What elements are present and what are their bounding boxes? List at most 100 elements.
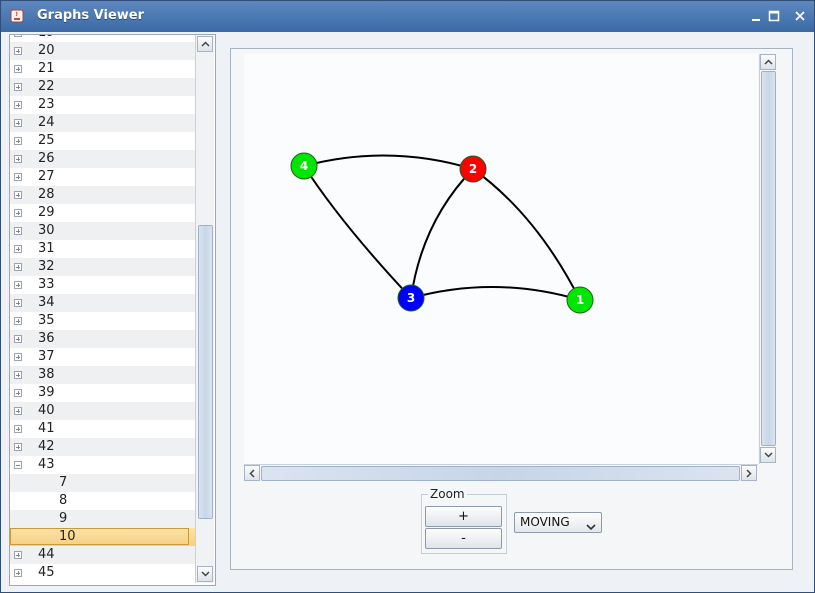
scroll-up-button[interactable] xyxy=(197,36,213,52)
tree-row[interactable]: 34 xyxy=(10,294,195,312)
expand-icon[interactable] xyxy=(14,551,22,559)
tree-row[interactable]: 36 xyxy=(10,330,195,348)
tree-child-item[interactable]: 9 xyxy=(10,510,195,528)
tree-child-item[interactable]: 8 xyxy=(10,492,195,510)
tree-row[interactable]: 30 xyxy=(10,222,195,240)
tree-row-label: 10 xyxy=(59,529,76,544)
expand-icon[interactable] xyxy=(14,191,22,199)
expand-icon[interactable] xyxy=(14,569,22,577)
tree-row[interactable]: 26 xyxy=(10,150,195,168)
graph-node-label: 3 xyxy=(407,291,415,305)
expand-icon[interactable] xyxy=(14,281,22,289)
tree-row-label: 32 xyxy=(38,259,55,274)
canvas-horizontal-scrollbar[interactable] xyxy=(244,464,758,482)
expand-icon[interactable] xyxy=(14,425,22,433)
expand-icon[interactable] xyxy=(14,173,22,181)
tree-row-label: 45 xyxy=(38,565,55,580)
close-button[interactable] xyxy=(791,7,809,25)
tree-row-label: 25 xyxy=(38,133,55,148)
zoom-in-button[interactable]: + xyxy=(425,506,502,527)
tree-row[interactable]: 33 xyxy=(10,276,195,294)
tree-row[interactable]: 25 xyxy=(10,132,195,150)
expand-icon[interactable] xyxy=(14,353,22,361)
expand-icon[interactable] xyxy=(14,263,22,271)
expand-icon[interactable] xyxy=(14,35,22,37)
tree-row[interactable]: 20 xyxy=(10,42,195,60)
tree-row[interactable]: 28 xyxy=(10,186,195,204)
expand-icon[interactable] xyxy=(14,299,22,307)
title-bar[interactable]: Graphs Viewer xyxy=(1,1,814,32)
tree-row-label: 40 xyxy=(38,403,55,418)
tree-row[interactable]: 39 xyxy=(10,384,195,402)
graph-node-label: 1 xyxy=(576,293,584,307)
chevron-up-icon xyxy=(200,41,210,47)
tree-row-label: 20 xyxy=(38,43,55,58)
graph-canvas[interactable]: 4 2 3 1 xyxy=(244,54,758,464)
minimize-button[interactable] xyxy=(747,7,765,25)
tree-row-label: 26 xyxy=(38,151,55,166)
scroll-down-button[interactable] xyxy=(197,566,213,582)
tree-row[interactable]: 23 xyxy=(10,96,195,114)
expand-icon[interactable] xyxy=(14,371,22,379)
expand-icon[interactable] xyxy=(14,389,22,397)
tree-child-item[interactable]: 7 xyxy=(10,474,195,492)
tree-row[interactable]: 43 xyxy=(10,456,195,474)
tree-list: 19 20 21 22 23 24 25 26 27 28 29 30 31 32 33 34 35 36 37 3… xyxy=(10,35,195,582)
graph-edge-4-2 xyxy=(303,154,474,170)
tree-row[interactable]: 42 xyxy=(10,438,195,456)
tree-row[interactable]: 35 xyxy=(10,312,195,330)
expand-icon[interactable] xyxy=(14,335,22,343)
tree-child-item[interactable]: 10 xyxy=(10,528,195,546)
scroll-thumb[interactable] xyxy=(761,71,776,446)
tree-row[interactable]: 45 xyxy=(10,564,195,582)
tree-vertical-scrollbar[interactable] xyxy=(195,35,214,583)
zoom-out-button[interactable]: - xyxy=(425,528,502,549)
tree-row[interactable]: 21 xyxy=(10,60,195,78)
tree-row[interactable]: 38 xyxy=(10,366,195,384)
chevron-up-icon xyxy=(763,59,773,65)
tree-row[interactable]: 27 xyxy=(10,168,195,186)
scroll-down-button[interactable] xyxy=(760,447,776,463)
expand-icon[interactable] xyxy=(14,83,22,91)
tree-row[interactable]: 29 xyxy=(10,204,195,222)
graph-node-label: 4 xyxy=(300,159,308,173)
tree-row-label: 31 xyxy=(38,241,55,256)
collapse-icon[interactable] xyxy=(14,461,22,469)
expand-icon[interactable] xyxy=(14,317,22,325)
expand-icon[interactable] xyxy=(14,245,22,253)
tree-row[interactable]: 37 xyxy=(10,348,195,366)
tree-row-label: 36 xyxy=(38,331,55,346)
tree-row-label: 33 xyxy=(38,277,55,292)
mode-select-value: MOVING xyxy=(520,515,570,529)
expand-icon[interactable] xyxy=(14,119,22,127)
graphs-viewer-window: Graphs Viewer 19 20212223242526272829303… xyxy=(0,0,815,593)
tree-row[interactable]: 41 xyxy=(10,420,195,438)
scroll-thumb[interactable] xyxy=(198,225,213,519)
scroll-thumb[interactable] xyxy=(261,466,740,481)
tree-row[interactable]: 22 xyxy=(10,78,195,96)
graph-tree[interactable]: 19 20 21 22 23 24 25 26 27 28 29 30 31 32 33 34 35 36 37 3… xyxy=(9,34,216,586)
mode-select[interactable]: MOVING xyxy=(514,512,602,533)
tree-row[interactable]: 40 xyxy=(10,402,195,420)
expand-icon[interactable] xyxy=(14,47,22,55)
minimize-icon xyxy=(752,19,760,21)
tree-row[interactable]: 31 xyxy=(10,240,195,258)
tree-row[interactable]: 24 xyxy=(10,114,195,132)
tree-row[interactable]: 44 xyxy=(10,546,195,564)
expand-icon[interactable] xyxy=(14,209,22,217)
expand-icon[interactable] xyxy=(14,443,22,451)
scroll-up-button[interactable] xyxy=(760,54,776,70)
tree-row[interactable]: 32 xyxy=(10,258,195,276)
canvas-vertical-scrollbar[interactable] xyxy=(759,54,777,464)
scroll-left-button[interactable] xyxy=(244,465,260,481)
expand-icon[interactable] xyxy=(14,137,22,145)
tree-row-partial[interactable]: 19 xyxy=(10,35,195,42)
expand-icon[interactable] xyxy=(14,227,22,235)
maximize-button[interactable] xyxy=(765,7,783,25)
expand-icon[interactable] xyxy=(14,101,22,109)
expand-icon[interactable] xyxy=(14,65,22,73)
expand-icon[interactable] xyxy=(14,155,22,163)
expand-icon[interactable] xyxy=(14,407,22,415)
graph-edge-2-1 xyxy=(472,168,581,301)
scroll-right-button[interactable] xyxy=(741,465,757,481)
